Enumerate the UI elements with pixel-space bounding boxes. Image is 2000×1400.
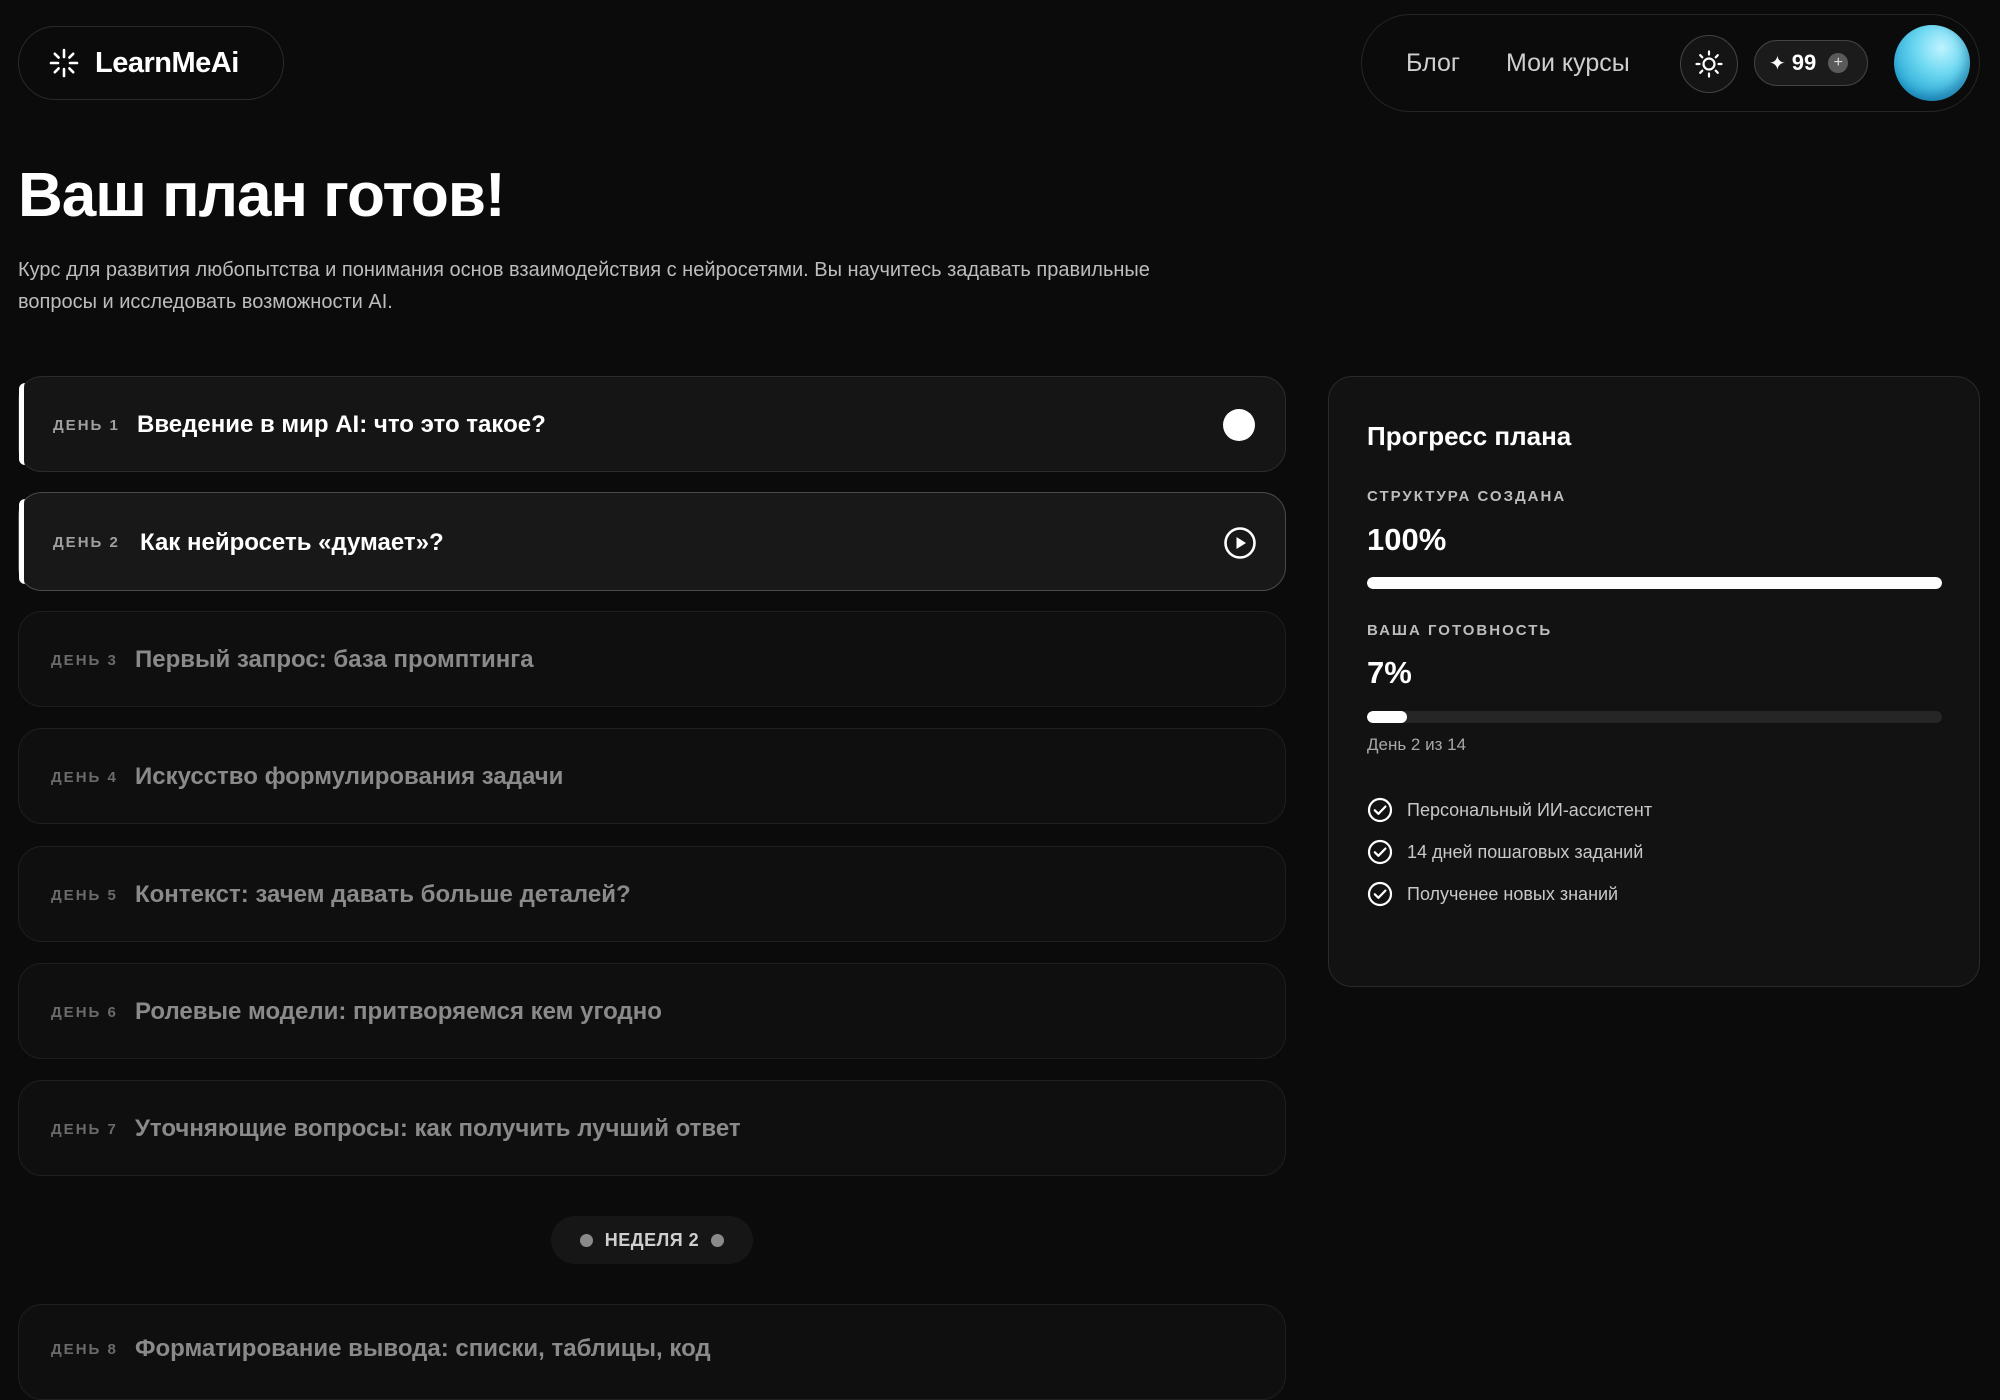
day-card-5[interactable]: ДЕНЬ 5 Контекст: зачем давать больше дет… bbox=[18, 846, 1286, 942]
day-title: Введение в мир AI: что это такое? bbox=[137, 411, 546, 438]
day-card-3[interactable]: ДЕНЬ 3 Первый запрос: база промптинга bbox=[18, 611, 1286, 707]
credits-count: 99 bbox=[1791, 50, 1817, 75]
week-dot-left bbox=[579, 1233, 593, 1247]
day-label: ДЕНЬ 8 bbox=[51, 1341, 118, 1358]
credits-balance[interactable]: ✦ 99 + bbox=[1754, 40, 1868, 86]
day-card-4[interactable]: ДЕНЬ 4 Искусство формулирования задачи bbox=[18, 728, 1286, 824]
week-divider: НЕДЕЛЯ 2 bbox=[551, 1216, 753, 1264]
day-label: ДЕНЬ 5 bbox=[51, 886, 118, 904]
readiness-label: ВАША ГОТОВНОСТЬ bbox=[1367, 622, 1553, 639]
day-label: ДЕНЬ 2 bbox=[53, 534, 120, 551]
feature-item: Персональный ИИ-ассистент bbox=[1367, 797, 1652, 823]
top-nav: Блог Мои курсы ✦ 99 + bbox=[1361, 14, 1980, 112]
day-counter: День 2 из 14 bbox=[1367, 735, 1467, 754]
week-dot-right bbox=[711, 1233, 725, 1247]
play-icon[interactable] bbox=[1223, 526, 1257, 560]
star-icon: ✦ bbox=[1769, 52, 1786, 75]
structure-value: 100% bbox=[1367, 522, 1447, 557]
add-credits-icon[interactable]: + bbox=[1828, 53, 1849, 73]
week-label: НЕДЕЛЯ 2 bbox=[604, 1229, 700, 1250]
day-card-1[interactable]: ДЕНЬ 1 Введение в мир AI: что это такое? bbox=[18, 376, 1286, 472]
day-label: ДЕНЬ 1 bbox=[53, 416, 120, 434]
day-card-7[interactable]: ДЕНЬ 7 Уточняющие вопросы: как получить … bbox=[18, 1080, 1286, 1176]
day-title: Первый запрос: база промптинга bbox=[135, 646, 534, 673]
page-title: Ваш план готов! bbox=[18, 161, 506, 230]
day-card-6[interactable]: ДЕНЬ 6 Ролевые модели: притворяемся кем … bbox=[18, 963, 1286, 1059]
day-card-2[interactable]: ДЕНЬ 2 Как нейросеть «думает»? bbox=[18, 492, 1286, 591]
avatar[interactable] bbox=[1894, 25, 1970, 101]
readiness-progress-fill bbox=[1367, 711, 1408, 723]
day-label: ДЕНЬ 6 bbox=[51, 1003, 118, 1021]
card-accent bbox=[19, 383, 25, 465]
logo[interactable]: LearnMeAi bbox=[18, 26, 284, 100]
feature-item: 14 дней пошаговых заданий bbox=[1367, 839, 1643, 865]
day-title: Как нейросеть «думает»? bbox=[140, 528, 444, 556]
structure-progress-fill bbox=[1367, 577, 1942, 589]
panel-title: Прогресс плана bbox=[1367, 421, 1572, 451]
day-title: Ролевые модели: притворяемся кем угодно bbox=[135, 998, 662, 1025]
readiness-progress-bar bbox=[1367, 711, 1942, 723]
day-label: ДЕНЬ 3 bbox=[51, 651, 118, 669]
day-label: ДЕНЬ 7 bbox=[51, 1120, 118, 1138]
theme-toggle-button[interactable] bbox=[1680, 35, 1738, 93]
completed-dot-icon bbox=[1223, 409, 1255, 441]
day-card-8[interactable]: ДЕНЬ 8 Форматирование вывода: списки, та… bbox=[18, 1304, 1286, 1400]
day-title: Уточняющие вопросы: как получить лучший … bbox=[135, 1115, 741, 1142]
page-description: Курс для развития любопытства и понимани… bbox=[18, 259, 1150, 313]
structure-label: СТРУКТУРА СОЗДАНА bbox=[1367, 488, 1567, 505]
sparkle-icon bbox=[49, 48, 79, 78]
card-accent bbox=[19, 499, 25, 584]
day-title: Форматирование вывода: списки, таблицы, … bbox=[135, 1335, 711, 1362]
structure-progress-bar bbox=[1367, 577, 1942, 589]
check-circle-icon bbox=[1367, 839, 1393, 865]
nav-link-blog[interactable]: Блог bbox=[1406, 49, 1460, 78]
logo-text: LearnMeAi bbox=[95, 46, 239, 79]
day-label: ДЕНЬ 4 bbox=[51, 768, 118, 786]
day-title: Искусство формулирования задачи bbox=[135, 763, 564, 790]
feature-label: Персональный ИИ-ассистент bbox=[1407, 799, 1653, 820]
plan-progress-panel: Прогресс плана СТРУКТУРА СОЗДАНА 100% ВА… bbox=[1328, 376, 1980, 987]
feature-label: Полученее новых знаний bbox=[1407, 883, 1619, 904]
nav-link-my-courses[interactable]: Мои курсы bbox=[1506, 49, 1630, 78]
check-circle-icon bbox=[1367, 797, 1393, 823]
feature-item: Полученее новых знаний bbox=[1367, 881, 1618, 907]
day-title: Контекст: зачем давать больше деталей? bbox=[135, 881, 631, 908]
feature-label: 14 дней пошаговых заданий bbox=[1407, 841, 1644, 862]
readiness-value: 7% bbox=[1367, 655, 1412, 690]
check-circle-icon bbox=[1367, 881, 1393, 907]
sun-icon bbox=[1695, 50, 1723, 78]
